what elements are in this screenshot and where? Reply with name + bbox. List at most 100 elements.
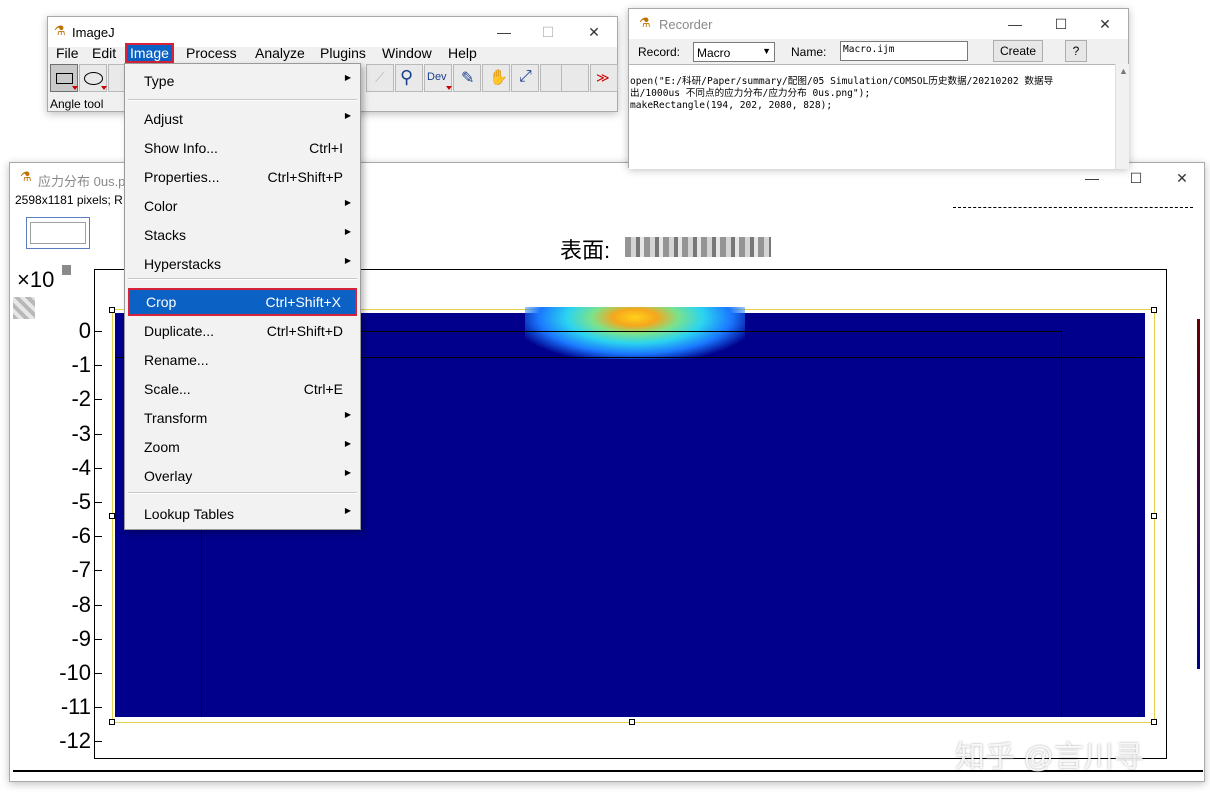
angle-tool[interactable]: ⟋ xyxy=(366,64,394,92)
y-tick-mark xyxy=(94,570,102,572)
roi-handle[interactable] xyxy=(109,513,115,519)
plot-title: 表面: xyxy=(560,238,611,263)
y-tick-mark xyxy=(94,331,102,332)
menu-item-transform[interactable]: Transform ▶ xyxy=(128,404,357,432)
menu-item-label: Show Info... xyxy=(144,140,218,156)
menu-item-label: Color xyxy=(144,198,178,214)
help-button[interactable]: ? xyxy=(1065,40,1087,62)
menu-item-overlay[interactable]: Overlay ▶ xyxy=(128,462,357,490)
close-icon[interactable]: ✕ xyxy=(584,23,604,41)
y-tick-label: -9 xyxy=(71,625,91,651)
navigator-box[interactable] xyxy=(26,217,90,249)
menu-analyze[interactable]: Analyze xyxy=(252,43,308,63)
dropper-icon: ⤢ xyxy=(519,68,532,85)
menu-image[interactable]: Image xyxy=(125,43,174,63)
name-input[interactable]: Macro.ijm xyxy=(840,41,968,61)
close-icon[interactable]: ✕ xyxy=(1095,15,1115,33)
menu-item-shortcut: Ctrl+I xyxy=(309,140,343,156)
roi-handle[interactable] xyxy=(1151,513,1157,519)
menu-item-stacks[interactable]: Stacks ▶ xyxy=(128,221,357,249)
create-button[interactable]: Create xyxy=(993,40,1043,62)
menu-item-lookup-tables[interactable]: Lookup Tables ▶ xyxy=(128,500,357,528)
roi-handle[interactable] xyxy=(1151,307,1157,313)
submenu-arrow-icon: ▶ xyxy=(344,439,351,448)
menu-item-duplicate[interactable]: Duplicate... Ctrl+Shift+D xyxy=(128,317,357,345)
colorbar-edge xyxy=(1197,319,1200,669)
menu-item-label: Overlay xyxy=(144,468,193,484)
submenu-arrow-icon: ▶ xyxy=(344,111,351,120)
y-tick-mark xyxy=(94,399,102,401)
submenu-arrow-icon: ▶ xyxy=(344,256,351,265)
submenu-arrow-icon: ▶ xyxy=(344,468,351,477)
record-select[interactable]: Macro ▼ xyxy=(693,42,775,62)
roi-handle[interactable] xyxy=(629,719,635,725)
empty-tool-slot[interactable] xyxy=(561,64,589,92)
oval-tool[interactable] xyxy=(79,64,107,92)
stress-hotspot xyxy=(525,307,745,359)
recorder-code[interactable]: open("E:/科研/Paper/summary/配图/05 Simulati… xyxy=(630,64,1115,112)
close-icon[interactable]: ✕ xyxy=(1172,169,1192,187)
menu-plugins[interactable]: Plugins xyxy=(317,43,369,63)
menu-item-show-info[interactable]: Show Info... Ctrl+I xyxy=(128,134,357,162)
menu-item-zoom[interactable]: Zoom ▶ xyxy=(128,433,357,461)
submenu-arrow-icon: ▶ xyxy=(344,506,351,515)
magnifier-icon: ⚲ xyxy=(400,67,414,87)
menu-item-hyperstacks[interactable]: Hyperstacks ▶ xyxy=(128,250,357,278)
maximize-icon[interactable]: ☐ xyxy=(538,23,558,41)
recorder-titlebar[interactable]: ⚗ Recorder — ☐ ✕ xyxy=(629,9,1128,39)
y-tick-mark xyxy=(94,604,102,606)
roi-handle[interactable] xyxy=(1151,719,1157,725)
menu-item-adjust[interactable]: Adjust ▶ xyxy=(128,105,357,133)
hand-icon: ✋ xyxy=(489,69,508,86)
y-tick-label: -1 xyxy=(71,352,91,378)
y-tick-label: -7 xyxy=(71,557,91,583)
submenu-arrow-icon: ▶ xyxy=(344,410,351,419)
roi-handle[interactable] xyxy=(109,307,115,313)
menu-help[interactable]: Help xyxy=(445,43,480,63)
menu-item-type[interactable]: Type ▶ xyxy=(128,67,357,95)
maximize-icon[interactable]: ☐ xyxy=(1051,15,1071,33)
menu-item-color[interactable]: Color ▶ xyxy=(128,192,357,220)
minimize-icon[interactable]: — xyxy=(1005,15,1025,33)
pencil-tool[interactable]: ✎ xyxy=(453,64,481,92)
microscope-icon: ⚗ xyxy=(20,169,32,184)
pencil-icon: ✎ xyxy=(461,70,475,87)
menu-item-crop[interactable]: Crop Ctrl+Shift+X xyxy=(128,288,357,316)
menu-separator xyxy=(128,278,357,280)
dev-tool[interactable]: Dev xyxy=(424,64,452,92)
scroll-up-icon[interactable]: ▲ xyxy=(1119,66,1128,76)
recorder-scrollbar[interactable]: ▲ xyxy=(1115,64,1129,169)
minimize-icon[interactable]: — xyxy=(1082,169,1102,187)
y-tick-mark xyxy=(94,536,102,538)
more-tools-button[interactable]: ≫ xyxy=(590,64,618,92)
code-line: 出/1000us 不同点的应力分布/应力分布 0us.png"); xyxy=(630,88,871,99)
zoom-tool[interactable]: ⚲ xyxy=(395,64,423,92)
y-tick-label: -8 xyxy=(71,591,91,617)
y-tick-label: -12 xyxy=(59,728,91,754)
menu-item-label: Scale... xyxy=(144,381,191,397)
menu-item-properties[interactable]: Properties... Ctrl+Shift+P xyxy=(128,163,357,191)
menu-window[interactable]: Window xyxy=(379,43,435,63)
menu-item-rename[interactable]: Rename... xyxy=(128,346,357,374)
menu-edit[interactable]: Edit xyxy=(89,43,119,63)
menu-item-scale[interactable]: Scale... Ctrl+E xyxy=(128,375,357,403)
menu-item-label: Stacks xyxy=(144,227,187,243)
dropper-tool[interactable]: ⤢ xyxy=(511,64,539,92)
menu-item-shortcut: Ctrl+Shift+P xyxy=(267,169,343,185)
submenu-arrow-icon: ▶ xyxy=(344,198,351,207)
y-tick-mark xyxy=(94,502,102,503)
minimize-icon[interactable]: — xyxy=(494,23,514,41)
menu-file[interactable]: File xyxy=(53,43,82,63)
menu-process[interactable]: Process xyxy=(183,43,240,63)
y-tick-mark xyxy=(94,365,102,367)
maximize-icon[interactable]: ☐ xyxy=(1126,169,1146,187)
roi-handle[interactable] xyxy=(109,719,115,725)
y-tick-mark xyxy=(94,638,102,640)
y-tick-mark xyxy=(94,433,102,435)
hand-tool[interactable]: ✋ xyxy=(482,64,510,92)
menu-item-label: Zoom xyxy=(144,439,180,455)
menu-item-label: Properties... xyxy=(144,169,220,185)
menu-item-label: Duplicate... xyxy=(144,323,215,339)
menu-item-shortcut: Ctrl+Shift+X xyxy=(265,294,341,310)
rectangle-tool[interactable] xyxy=(50,64,78,92)
